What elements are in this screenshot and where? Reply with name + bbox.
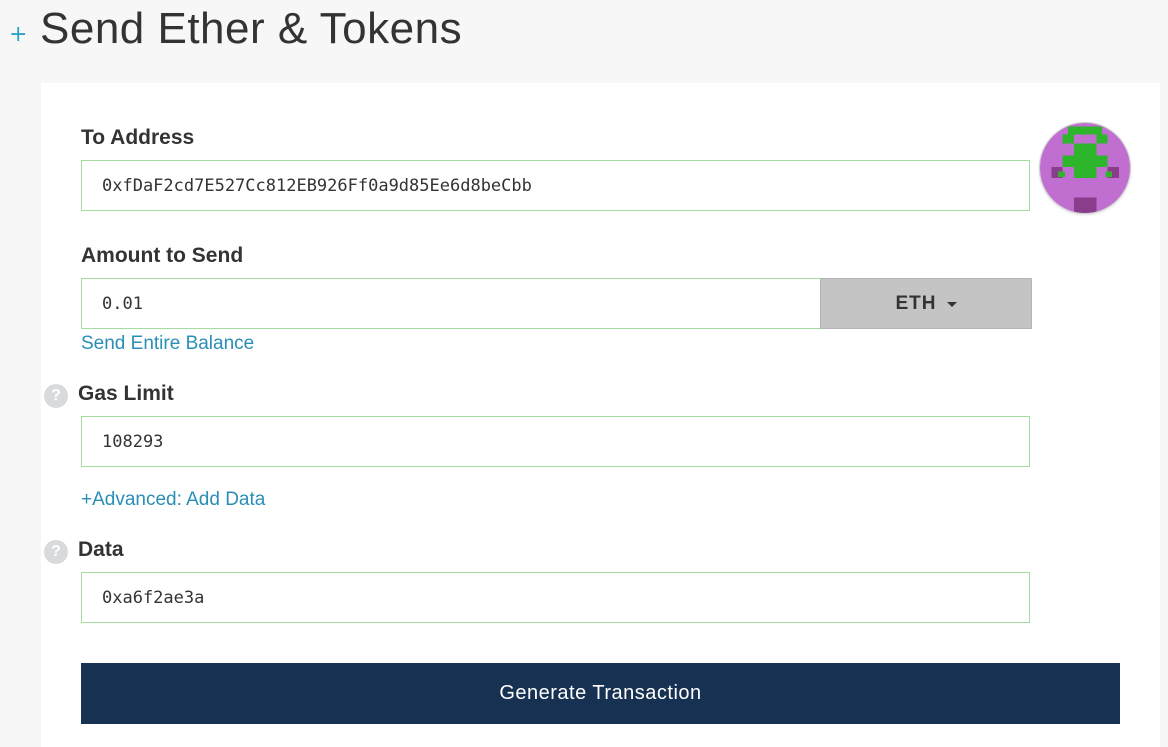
question-mark-icon[interactable]: ? bbox=[44, 384, 68, 408]
unit-dropdown[interactable]: ETH bbox=[820, 278, 1032, 329]
generate-transaction-button[interactable]: Generate Transaction bbox=[81, 663, 1120, 724]
unit-label: ETH bbox=[895, 292, 937, 314]
data-input[interactable] bbox=[81, 572, 1030, 623]
page-header: + Send Ether & Tokens bbox=[0, 0, 1168, 70]
to-address-label: To Address bbox=[81, 126, 195, 149]
question-mark-icon[interactable]: ? bbox=[44, 540, 68, 564]
identicon-pattern bbox=[1040, 123, 1130, 213]
to-address-input[interactable] bbox=[81, 160, 1030, 211]
plus-icon[interactable]: + bbox=[9, 24, 27, 46]
chevron-down-icon bbox=[946, 302, 957, 307]
data-label: Data bbox=[78, 538, 124, 561]
gas-limit-label: Gas Limit bbox=[78, 382, 174, 405]
address-identicon bbox=[1040, 123, 1130, 213]
page-title: Send Ether & Tokens bbox=[40, 4, 463, 53]
send-entire-balance-link[interactable]: Send Entire Balance bbox=[81, 333, 254, 355]
advanced-add-data-link[interactable]: +Advanced: Add Data bbox=[81, 489, 265, 511]
amount-label: Amount to Send bbox=[81, 244, 244, 267]
gas-limit-input[interactable] bbox=[81, 416, 1030, 467]
amount-input[interactable] bbox=[81, 278, 821, 329]
